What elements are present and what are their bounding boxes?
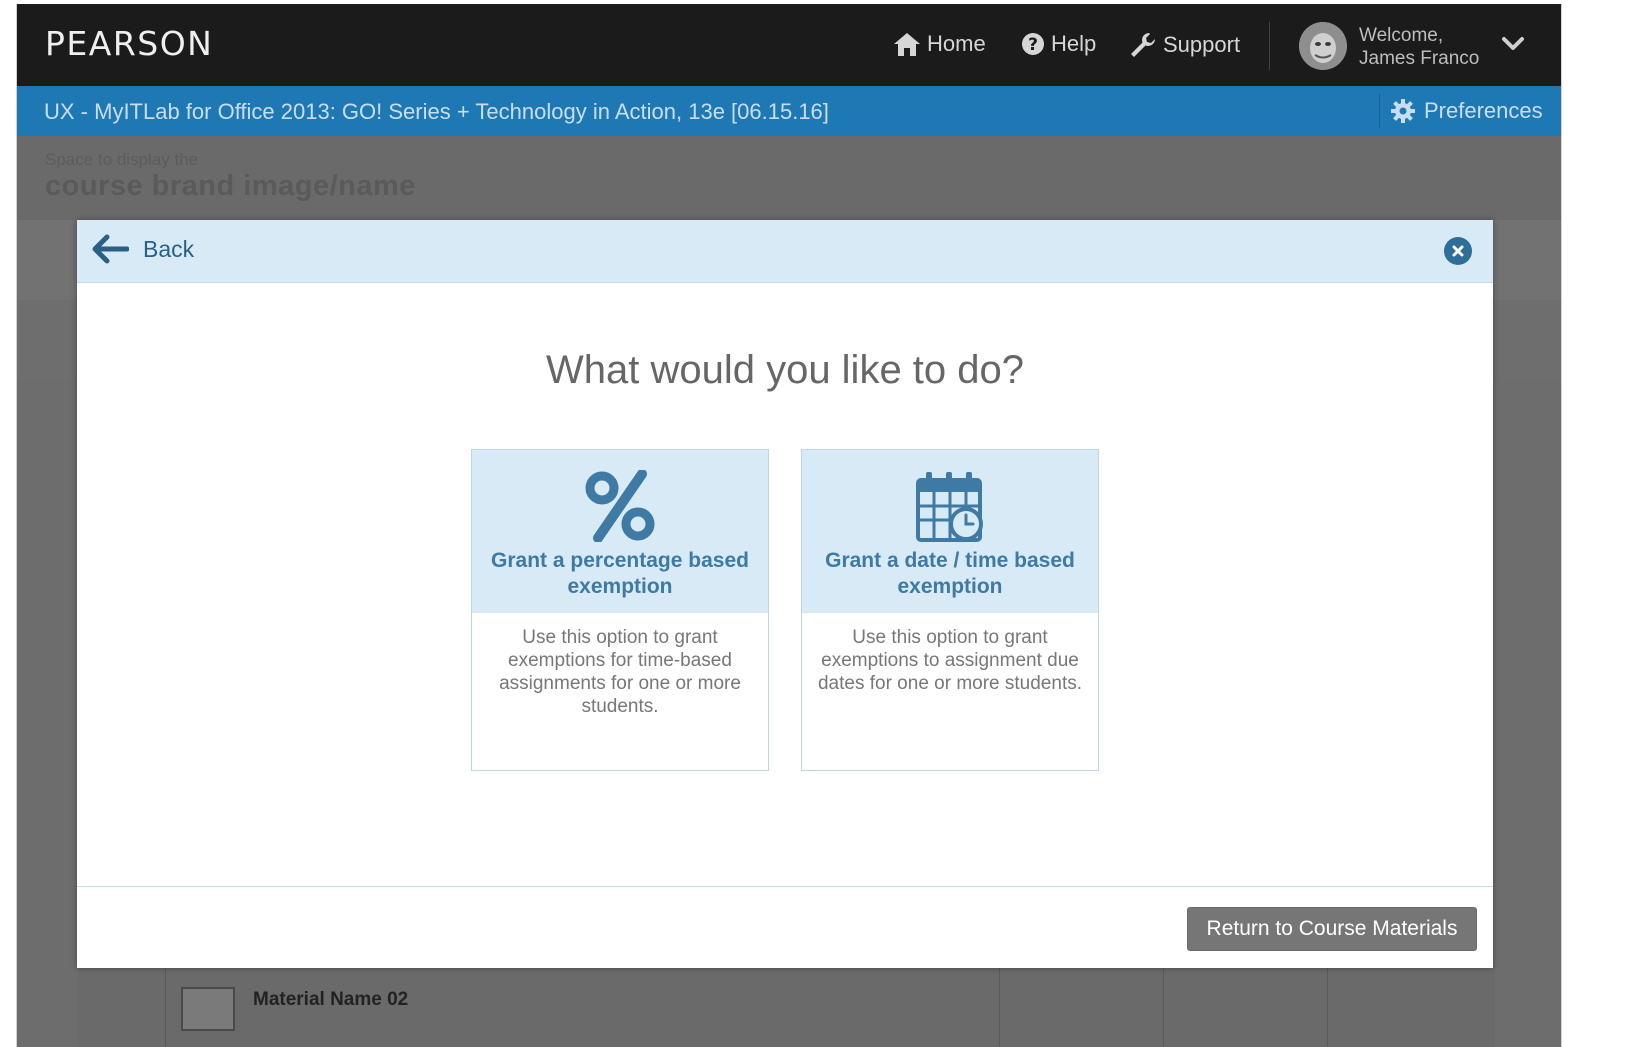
welcome-user-name: James Franco [1359,48,1480,69]
pearson-logo[interactable]: PEARSON [45,24,213,63]
card-title: Grant a percentage based exemption [472,548,768,600]
help-icon: ? [1022,33,1044,55]
nav-help-label: Help [1051,31,1097,56]
course-bar: UX - MyITLab for Office 2013: GO! Series… [17,86,1561,136]
percentage-exemption-option[interactable]: Grant a percentage based exemption Use t… [471,449,769,771]
card-title-line: exemption [567,575,673,598]
brand-name: course brand image/name [45,170,416,202]
card-title-line: Grant a date / time based [825,549,1075,572]
wrench-icon [1131,33,1155,57]
material-name: Material Name 02 [253,989,409,1010]
course-title: UX - MyITLab for Office 2013: GO! Series… [44,99,829,124]
nav-support-label: Support [1163,32,1241,57]
preferences-label: Preferences [1424,98,1543,123]
card-description: Use this option to grant exemptions to a… [817,627,1083,694]
modal-footer: Return to Course Materials [77,886,1493,969]
svg-text:?: ? [1028,35,1038,55]
arrow-left-icon [92,234,129,264]
chevron-down-icon[interactable] [1501,36,1525,52]
modal-question: What would you like to do? [545,348,1025,392]
card-header: Grant a percentage based exemption [472,450,768,613]
nav-support[interactable]: Support [1129,31,1240,59]
card-header: Grant a date / time based exemption [802,450,1098,613]
date-time-exemption-option[interactable]: Grant a date / time based exemption Use … [801,449,1099,771]
table-row: Material Name 02 [79,966,1495,1047]
table-col-divider [1327,967,1328,1047]
nav-divider [1269,22,1270,70]
return-to-course-materials-button[interactable]: Return to Course Materials [1187,907,1477,951]
avatar-image [1299,22,1347,70]
card-title: Grant a date / time based exemption [802,548,1098,600]
percent-icon [585,470,655,542]
close-button[interactable] [1444,237,1472,265]
card-title-line: exemption [897,575,1003,598]
card-title-line: Grant a percentage based [491,549,749,572]
avatar[interactable] [1299,22,1347,70]
back-label: Back [143,235,195,262]
preferences-button[interactable]: Preferences [1390,98,1543,124]
nav-help[interactable]: ? Help [1021,31,1096,57]
exemption-modal: Back What would you like to do? Grant a … [77,220,1493,968]
material-thumbnail [181,987,235,1031]
table-col-divider [165,967,166,1047]
close-icon [1452,245,1464,257]
course-bar-divider [1379,94,1380,128]
back-button[interactable]: Back [91,234,194,264]
brand-caption: Space to display the [45,150,199,169]
nav-home[interactable]: Home [893,31,986,57]
app-frame: PEARSON Home ? Help Support Welcome, Jam… [16,4,1562,1047]
welcome-text[interactable]: Welcome, James Franco [1359,24,1479,70]
home-icon [894,33,920,56]
nav-home-label: Home [927,31,986,56]
calendar-clock-icon [916,472,983,542]
top-header: PEARSON Home ? Help Support Welcome, Jam… [17,4,1561,86]
card-icon-wrap [472,470,768,542]
table-col-divider [1163,967,1164,1047]
welcome-greeting: Welcome, [1359,25,1444,46]
card-icon-wrap [802,470,1098,544]
gear-icon [1391,99,1415,123]
table-col-divider [999,967,1000,1047]
modal-header: Back [77,220,1493,283]
card-description: Use this option to grant exemptions for … [499,627,741,717]
course-brand-area: Space to display the course brand image/… [17,136,1561,220]
